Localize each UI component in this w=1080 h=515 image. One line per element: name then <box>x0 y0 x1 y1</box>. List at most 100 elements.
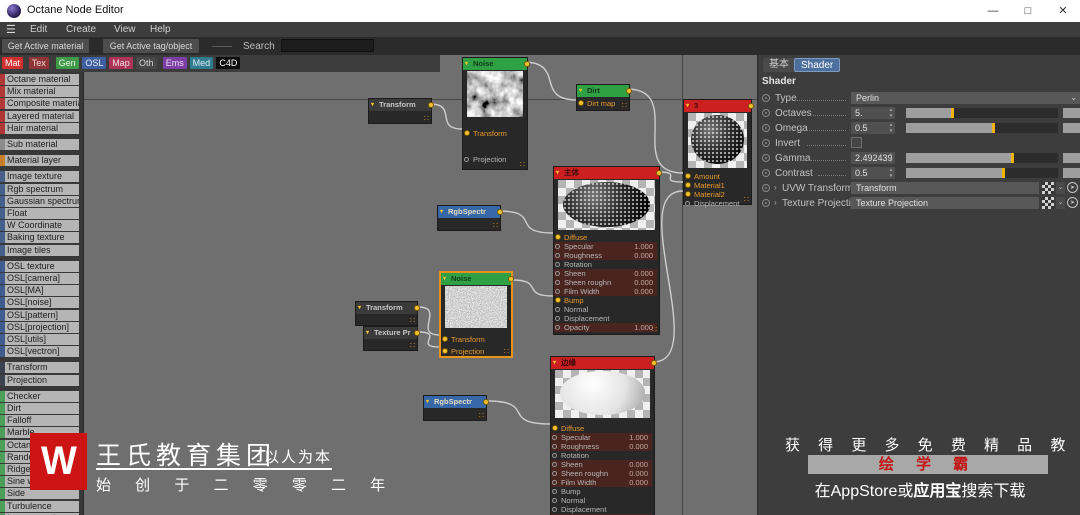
node-grid-icon[interactable] <box>1042 197 1054 209</box>
node-input-displacement[interactable]: Displacement <box>684 199 749 208</box>
input-port[interactable] <box>555 271 560 276</box>
invert-checkbox[interactable] <box>851 137 862 148</box>
category-tab-oth[interactable]: Oth <box>136 57 157 69</box>
input-port[interactable] <box>555 297 561 303</box>
input-port[interactable] <box>552 425 558 431</box>
node-header[interactable]: ▾ RgbSpectr <box>424 396 489 408</box>
sidebar-item-dirt[interactable]: Dirt <box>0 403 79 414</box>
expand-chevron-icon[interactable]: › <box>774 198 777 207</box>
input-port[interactable] <box>555 307 560 312</box>
get-active-material-button[interactable]: Get Active material <box>2 39 89 53</box>
input-port[interactable] <box>552 471 557 476</box>
resize-handle-icon[interactable]: ∷ <box>493 222 498 230</box>
node-input-material1[interactable]: Material1 <box>684 181 749 190</box>
panel-tab-基本[interactable]: 基本 <box>763 58 795 72</box>
input-port[interactable] <box>552 507 557 512</box>
type-dropdown[interactable]: Perlin ⌄ <box>851 92 1080 104</box>
sidebar-item-hair-material[interactable]: Hair material <box>0 122 79 134</box>
node-header[interactable]: ▾ RgbSpectr <box>438 206 503 218</box>
search-input[interactable] <box>281 39 374 52</box>
node-input-transform[interactable]: Transform <box>463 129 525 138</box>
output-port[interactable] <box>524 61 530 67</box>
animation-dot-icon[interactable] <box>762 169 770 177</box>
category-tab-ems[interactable]: Ems <box>162 57 187 69</box>
resize-handle-icon[interactable]: ∷ <box>410 317 415 325</box>
input-port[interactable] <box>555 244 560 249</box>
input-port[interactable] <box>555 253 560 258</box>
sidebar-item-octane-material[interactable]: Octane material <box>0 74 79 85</box>
spinner-arrows-icon[interactable]: ▲ ▼ <box>888 107 894 119</box>
parameter-slider[interactable] <box>906 108 1058 118</box>
link-field[interactable]: Transform <box>851 182 1039 194</box>
input-port[interactable] <box>555 280 560 285</box>
sidebar-item-falloff[interactable]: Falloff <box>0 415 79 427</box>
resize-handle-icon[interactable]: ∷ <box>504 348 509 356</box>
collapse-triangle-icon[interactable]: ▾ <box>440 206 443 218</box>
node-grid-icon[interactable] <box>1042 182 1054 194</box>
node-noise-middle[interactable]: ▾ Noise Transform Projection ∷ <box>440 272 514 357</box>
resize-handle-icon[interactable]: ∷ <box>520 161 525 169</box>
node-input-opacity[interactable]: Opacity 1.000 <box>554 323 657 332</box>
node-material-zhuti[interactable]: ▾ 主体 Diffuse Specular 1.000 Roughness 0.000 Rot… <box>553 166 662 335</box>
resize-handle-icon[interactable]: ∷ <box>622 102 627 110</box>
sidebar-item-mix-material[interactable]: Mix material <box>0 86 79 98</box>
animation-dot-icon[interactable] <box>762 184 770 192</box>
minimize-button[interactable]: — <box>976 0 1010 22</box>
collapse-triangle-icon[interactable]: ▾ <box>366 327 369 339</box>
output-port[interactable] <box>626 88 632 94</box>
animation-dot-icon[interactable] <box>762 94 770 102</box>
picker-icon[interactable]: ➤ <box>1067 182 1078 193</box>
node-input-displacement[interactable]: Displacement <box>551 505 652 514</box>
number-input[interactable]: 2.492439 ▲ ▼ <box>851 152 895 164</box>
output-port[interactable] <box>483 399 489 405</box>
node-input-roughness[interactable]: Roughness 0.000 <box>554 251 657 260</box>
input-port[interactable] <box>685 201 690 206</box>
get-active-tag-button[interactable]: Get Active tag/object <box>103 39 199 53</box>
spinner-arrows-icon[interactable]: ▲ ▼ <box>888 122 894 134</box>
node-rgb-spectrum-2[interactable]: ▾ RgbSpectr ∷ <box>423 395 489 421</box>
collapse-triangle-icon[interactable]: ▾ <box>465 58 468 70</box>
node-header[interactable]: ▾ Dirt <box>577 85 632 97</box>
node-header[interactable]: ▾ Transform <box>369 99 434 111</box>
output-port[interactable] <box>748 103 754 109</box>
category-tab-c4d[interactable]: C4D <box>216 57 241 69</box>
slider-handle[interactable] <box>950 108 954 118</box>
sidebar-item-material-layer[interactable]: Material layer <box>0 155 79 167</box>
output-port[interactable] <box>651 360 657 366</box>
node-input-bump[interactable]: Bump <box>551 487 652 496</box>
menu-view[interactable]: View <box>114 24 136 35</box>
input-port[interactable] <box>555 262 560 267</box>
chevron-down-icon[interactable]: ⌄ <box>1056 182 1065 194</box>
node-input-film-width[interactable]: Film Width 0.000 <box>554 287 657 296</box>
node-input-amount[interactable]: Amount <box>684 172 749 181</box>
input-port[interactable] <box>552 498 557 503</box>
collapse-triangle-icon[interactable]: ▾ <box>553 357 556 369</box>
animation-dot-icon[interactable] <box>762 124 770 132</box>
sidebar-item-baking-texture[interactable]: Baking texture <box>0 232 79 244</box>
node-texture-projection[interactable]: ▾ Texture Pr ∷ <box>363 326 420 351</box>
parameter-slider[interactable] <box>906 153 1058 163</box>
output-port[interactable] <box>428 102 434 108</box>
sidebar-item-rgb-spectrum[interactable]: Rgb spectrum <box>0 183 79 195</box>
node-input-rotation[interactable]: Rotation <box>554 260 657 269</box>
sidebar-item-projection[interactable]: Projection <box>0 374 79 386</box>
resize-handle-icon[interactable]: ∷ <box>479 412 484 420</box>
node-input-sheen[interactable]: Sheen 0.000 <box>551 460 652 469</box>
picker-icon[interactable]: ➤ <box>1067 197 1078 208</box>
sidebar-item-side[interactable]: Side <box>0 488 79 500</box>
parameter-slider[interactable] <box>906 123 1058 133</box>
sidebar-item-osl-camera-[interactable]: OSL[camera] <box>0 273 79 284</box>
sidebar-item-turbulence[interactable]: Turbulence <box>0 500 79 512</box>
input-port[interactable] <box>552 435 557 440</box>
sidebar-item-osl-vectron-[interactable]: OSL[vectron] <box>0 346 79 358</box>
node-input-diffuse[interactable]: Diffuse <box>551 424 652 433</box>
input-port[interactable] <box>555 325 560 330</box>
node-input-dirt-map[interactable]: Dirt map <box>577 99 627 108</box>
link-field[interactable]: Texture Projection <box>851 197 1039 209</box>
input-port[interactable] <box>552 480 557 485</box>
chevron-down-icon[interactable]: ⌄ <box>1056 197 1065 209</box>
category-tab-gen[interactable]: Gen <box>55 57 79 69</box>
node-input-sheen-roughn[interactable]: Sheen roughn 0.000 <box>551 469 652 478</box>
node-input-material2[interactable]: Material2 <box>684 190 749 199</box>
node-dirt[interactable]: ▾ Dirt Dirt map ∷ <box>576 84 632 111</box>
